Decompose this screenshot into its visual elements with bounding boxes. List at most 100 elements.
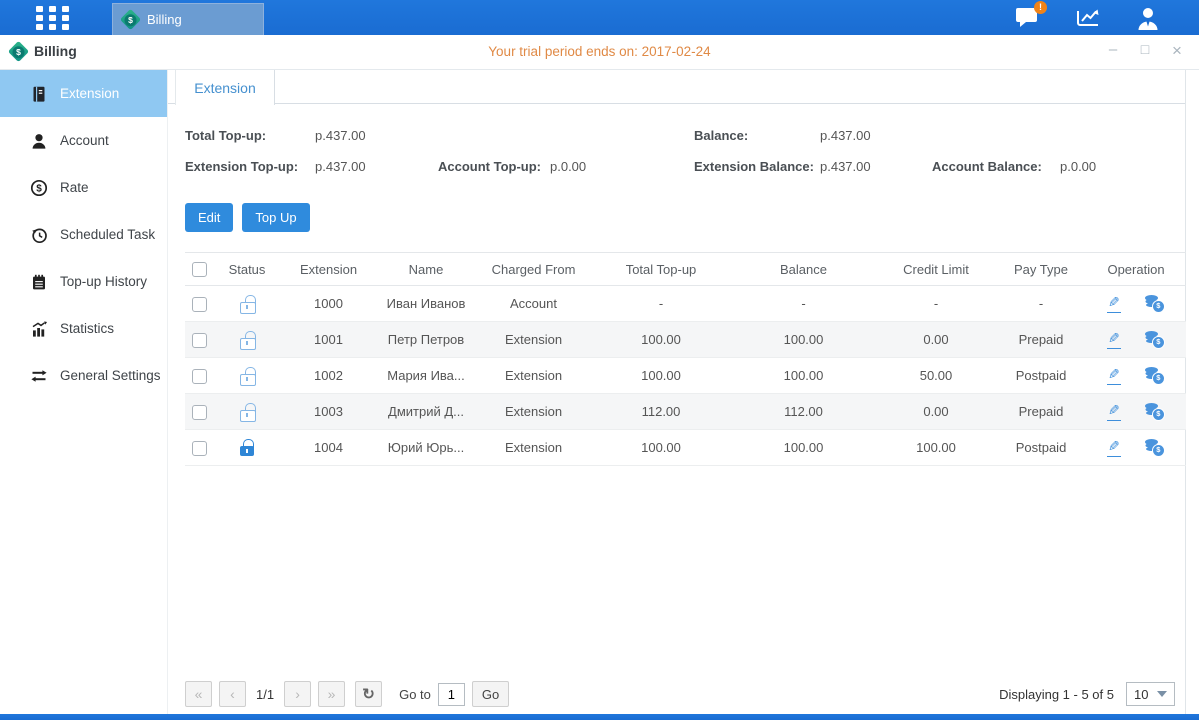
col-status: Status [213,253,281,286]
sidebar-item-scheduled-task[interactable]: Scheduled Task [0,211,167,258]
sidebar-item-extension[interactable]: Extension [0,70,167,117]
cell-balance: 100.00 [731,430,876,466]
lock-closed-icon [239,439,256,457]
minimize-icon[interactable] [1105,41,1121,63]
top-up-button[interactable]: Top Up [242,203,309,232]
cell-name: Мария Ива... [376,358,476,394]
col-total-topup: Total Top-up [591,253,731,286]
sidebar-item-general-settings[interactable]: General Settings [0,352,167,399]
edit-pencil-icon[interactable] [1107,366,1121,385]
edit-pencil-icon[interactable] [1107,330,1121,349]
taskbar: Billing [0,0,1199,35]
window-titlebar: Billing Your trial period ends on: 2017-… [0,35,1199,70]
cell-credit-limit: 0.00 [876,394,996,430]
sidebar-item-rate[interactable]: $ Rate [0,164,167,211]
cell-name: Петр Петров [376,322,476,358]
statistics-chart-icon[interactable] [1075,6,1101,30]
col-name: Name [376,253,476,286]
chevron-down-icon [1157,691,1167,697]
account-balance-value: p.0.00 [1060,159,1096,174]
maximize-icon[interactable] [1137,41,1153,63]
lock-open-icon [239,331,256,349]
displaying-text: Displaying 1 - 5 of 5 [999,687,1114,702]
col-credit-limit: Credit Limit [876,253,996,286]
sidebar-item-statistics[interactable]: Statistics [0,305,167,352]
next-page-icon[interactable] [284,681,311,707]
window-controls [1105,41,1185,63]
notification-badge [1034,1,1047,14]
table-row[interactable]: 1002 Мария Ива... Extension 100.00 100.0… [185,358,1186,394]
cell-pay-type: Postpaid [996,430,1086,466]
messages-icon[interactable] [1015,6,1041,30]
balance-label: Balance: [694,128,820,143]
table-row[interactable]: 1003 Дмитрий Д... Extension 112.00 112.0… [185,394,1186,430]
trial-notice: Your trial period ends on: 2017-02-24 [0,44,1199,59]
main-content: Total Top-up: p.437.00 Extension Top-up:… [168,104,1185,466]
col-pay-type: Pay Type [996,253,1086,286]
extension-balance-value: p.437.00 [820,159,932,174]
cell-balance: 100.00 [731,358,876,394]
sidebar: Extension Account $ Rate Scheduled Task [0,70,168,714]
tab-strip: Extension [168,70,1185,104]
pagination-bar: 1/1 Go to Go Displaying 1 - 5 of 5 10 [185,681,1175,707]
total-topup-label: Total Top-up: [185,128,315,143]
billing-diamond-icon [120,9,141,30]
user-profile-icon[interactable] [1135,6,1161,30]
table-row[interactable]: 1000 Иван Иванов Account - - - - [185,286,1186,322]
goto-page-input[interactable] [438,683,465,706]
cell-credit-limit: 0.00 [876,322,996,358]
action-buttons: Edit Top Up [185,203,1185,232]
row-checkbox[interactable] [192,405,207,420]
table-row[interactable]: 1004 Юрий Юрь... Extension 100.00 100.00… [185,430,1186,466]
edit-pencil-icon[interactable] [1107,438,1121,457]
row-checkbox[interactable] [192,333,207,348]
row-checkbox[interactable] [192,369,207,384]
topup-coins-icon[interactable] [1145,403,1165,421]
table-header-row: Status Extension Name Charged From Total… [185,253,1186,286]
sidebar-item-label: Rate [60,180,89,195]
close-icon[interactable] [1169,41,1185,63]
bar-chart-icon [30,320,48,338]
edit-button[interactable]: Edit [185,203,233,232]
page-size-select[interactable]: 10 [1126,682,1175,706]
cell-extension: 1003 [281,394,376,430]
apps-grid-icon[interactable] [36,6,70,30]
topup-coins-icon[interactable] [1145,439,1165,457]
topup-coins-icon[interactable] [1145,367,1165,385]
table-row[interactable]: 1001 Петр Петров Extension 100.00 100.00… [185,322,1186,358]
cell-total-topup: 100.00 [591,322,731,358]
row-checkbox[interactable] [192,441,207,456]
account-topup-label: Account Top-up: [438,159,550,174]
account-topup-value: p.0.00 [550,159,586,174]
swap-arrows-icon [30,367,48,385]
refresh-icon[interactable] [355,681,382,707]
cell-charged-from: Extension [476,322,591,358]
select-all-checkbox[interactable] [192,262,207,277]
sidebar-item-label: Account [60,133,109,148]
edit-pencil-icon[interactable] [1107,402,1121,421]
prev-page-icon[interactable] [219,681,246,707]
edit-pencil-icon[interactable] [1107,294,1121,313]
cell-balance: 112.00 [731,394,876,430]
topup-coins-icon[interactable] [1145,331,1165,349]
taskbar-tab-billing[interactable]: Billing [112,3,264,35]
tab-extension[interactable]: Extension [175,70,275,105]
first-page-icon[interactable] [185,681,212,707]
goto-label: Go to [399,687,431,702]
cell-extension: 1000 [281,286,376,322]
main-panel: Extension Total Top-up: p.437.00 Extensi… [168,70,1186,714]
row-checkbox[interactable] [192,297,207,312]
col-balance: Balance [731,253,876,286]
cell-pay-type: Prepaid [996,322,1086,358]
lock-open-icon [239,295,256,313]
last-page-icon[interactable] [318,681,345,707]
sidebar-item-account[interactable]: Account [0,117,167,164]
cell-total-topup: 100.00 [591,430,731,466]
cell-total-topup: - [591,286,731,322]
screen: Billing [0,0,1199,720]
sidebar-item-topup-history[interactable]: Top-up History [0,258,167,305]
cell-extension: 1004 [281,430,376,466]
topup-coins-icon[interactable] [1145,295,1165,313]
ledger-icon [30,85,48,103]
go-button[interactable]: Go [472,681,509,707]
